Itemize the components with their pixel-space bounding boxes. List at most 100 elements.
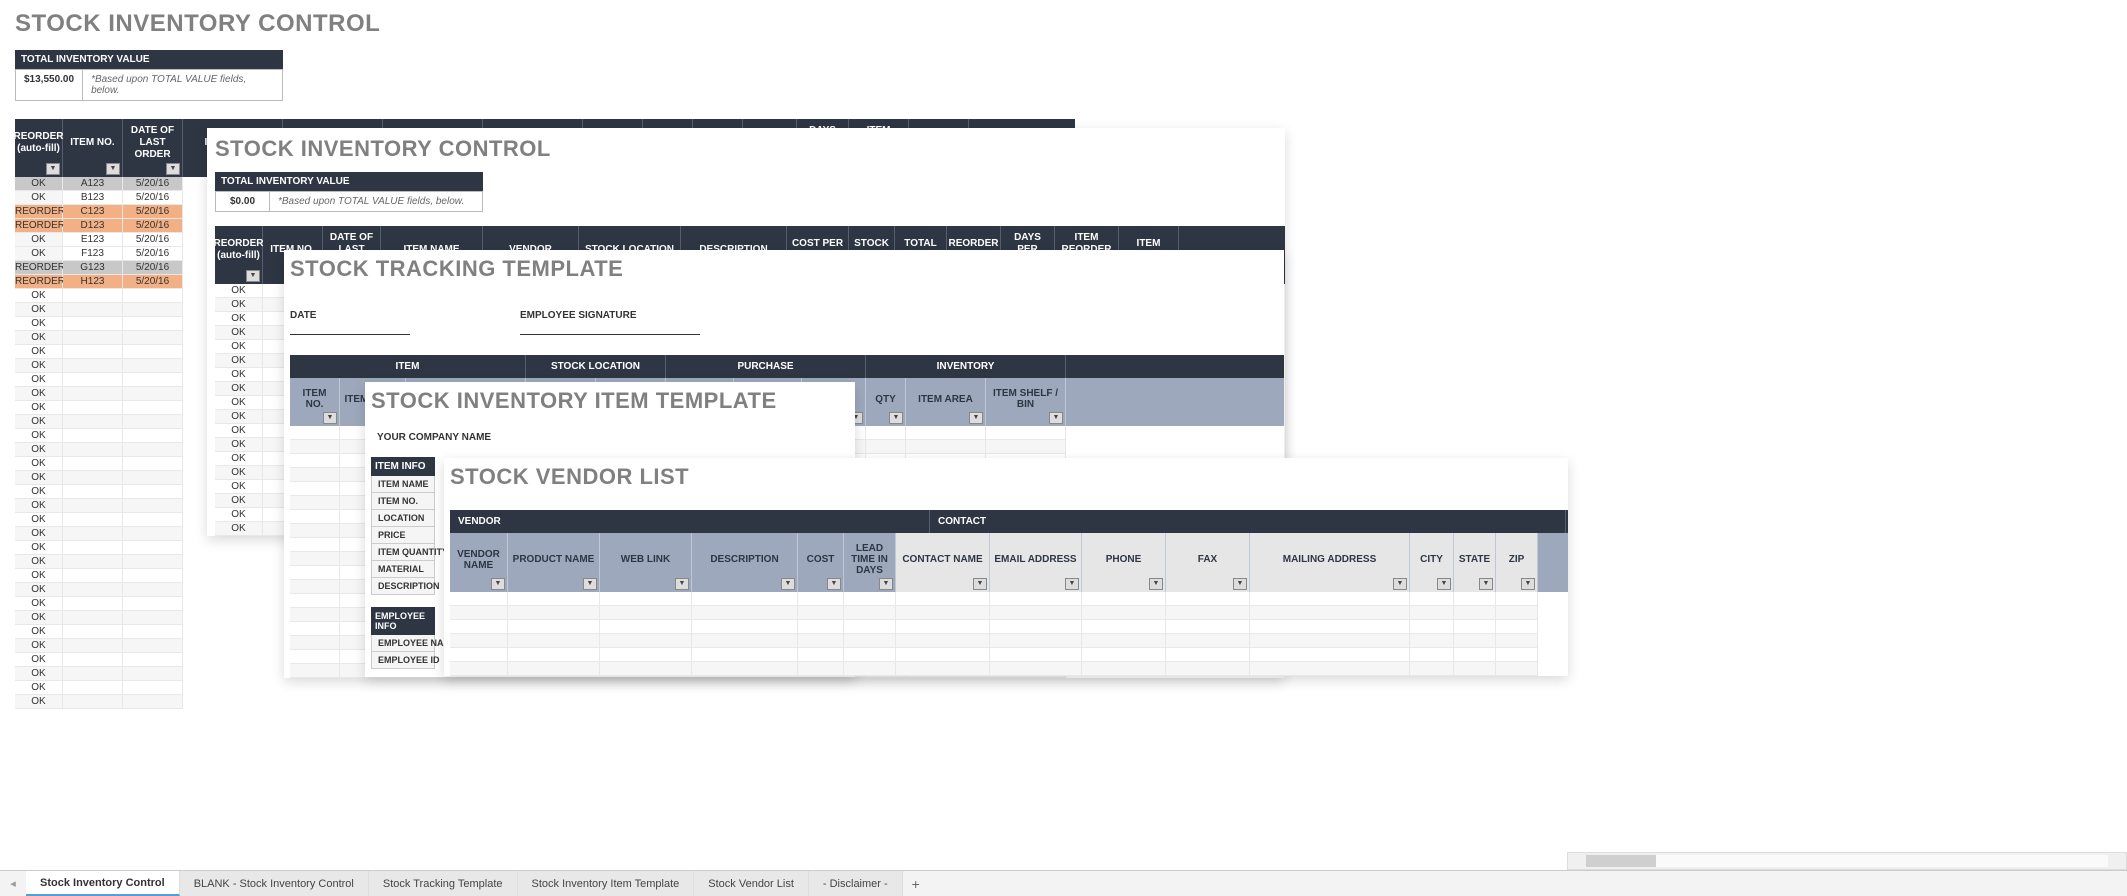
table-cell xyxy=(896,620,990,634)
table-cell xyxy=(798,592,844,606)
table-cell xyxy=(1454,620,1496,634)
table-cell: OK xyxy=(15,443,63,457)
table-row[interactable] xyxy=(450,620,1568,634)
col-header[interactable]: PRODUCT NAME xyxy=(508,533,600,592)
table-cell xyxy=(896,606,990,620)
scrollbar-thumb[interactable] xyxy=(1586,855,1656,867)
table-row[interactable] xyxy=(450,592,1568,606)
filter-dropdown-icon[interactable] xyxy=(827,578,841,590)
table-cell xyxy=(508,648,600,662)
col-header[interactable]: PHONE xyxy=(1082,533,1166,592)
table-cell xyxy=(866,440,906,454)
sheet-tab[interactable]: Stock Inventory Item Template xyxy=(518,871,695,896)
sheet-tab[interactable]: Stock Tracking Template xyxy=(369,871,518,896)
filter-dropdown-icon[interactable] xyxy=(973,578,987,590)
sheet-tab[interactable]: BLANK - Stock Inventory Control xyxy=(180,871,369,896)
filter-dropdown-icon[interactable] xyxy=(1049,412,1063,424)
col-header[interactable]: VENDOR NAME xyxy=(450,533,508,592)
table-row[interactable] xyxy=(450,648,1568,662)
table-row[interactable] xyxy=(450,606,1568,620)
table-cell xyxy=(508,592,600,606)
tiv-header: TOTAL INVENTORY VALUE xyxy=(215,172,483,191)
col-header[interactable]: DESCRIPTION xyxy=(692,533,798,592)
sheet-tab[interactable]: - Disclaimer - xyxy=(809,871,903,896)
col-header[interactable]: MAILING ADDRESS xyxy=(1250,533,1410,592)
col-header[interactable]: FAX xyxy=(1166,533,1250,592)
filter-dropdown-icon[interactable] xyxy=(1065,578,1079,590)
sheet-tab[interactable]: Stock Inventory Control xyxy=(26,871,180,896)
filter-dropdown-icon[interactable] xyxy=(583,578,597,590)
company-name-label: YOUR COMPANY NAME xyxy=(377,432,855,443)
table-cell xyxy=(692,662,798,676)
col-header[interactable]: ITEM NO. xyxy=(63,119,123,177)
table-cell: OK xyxy=(15,233,63,247)
add-sheet-button[interactable]: + xyxy=(903,876,929,892)
table-cell xyxy=(63,681,123,695)
table-row[interactable] xyxy=(450,634,1568,648)
filter-dropdown-icon[interactable] xyxy=(1233,578,1247,590)
table-cell xyxy=(290,440,340,454)
filter-dropdown-icon[interactable] xyxy=(1437,578,1451,590)
filter-dropdown-icon[interactable] xyxy=(1521,578,1535,590)
filter-dropdown-icon[interactable] xyxy=(323,412,337,424)
table-cell xyxy=(450,648,508,662)
filter-dropdown-icon[interactable] xyxy=(675,578,689,590)
table-cell xyxy=(63,569,123,583)
col-header[interactable]: REORDER (auto-fill) xyxy=(15,119,63,177)
col-header[interactable]: REORDER (auto-fill) xyxy=(215,226,263,284)
col-header[interactable]: WEB LINK xyxy=(600,533,692,592)
table-cell xyxy=(1250,634,1410,648)
tiv-note: *Based upon TOTAL VALUE fields, below. xyxy=(83,70,282,100)
table-cell xyxy=(63,513,123,527)
table-cell: C123 xyxy=(63,205,123,219)
table-cell xyxy=(63,429,123,443)
col-header[interactable]: QTY xyxy=(866,378,906,426)
filter-dropdown-icon[interactable] xyxy=(246,270,260,282)
filter-dropdown-icon[interactable] xyxy=(969,412,983,424)
table-row[interactable]: OK xyxy=(15,695,1075,709)
col-header[interactable]: DATE OF LAST ORDER xyxy=(123,119,183,177)
filter-dropdown-icon[interactable] xyxy=(491,578,505,590)
table-cell xyxy=(63,541,123,555)
filter-dropdown-icon[interactable] xyxy=(1393,578,1407,590)
table-cell xyxy=(123,583,183,597)
table-cell: OK xyxy=(215,354,263,368)
filter-dropdown-icon[interactable] xyxy=(879,578,893,590)
table-cell: 5/20/16 xyxy=(123,275,183,289)
table-cell xyxy=(123,597,183,611)
col-header[interactable]: COST xyxy=(798,533,844,592)
table-cell xyxy=(123,513,183,527)
filter-dropdown-icon[interactable] xyxy=(1479,578,1493,590)
tab-nav-prev-icon[interactable]: ◂ xyxy=(0,877,26,890)
filter-dropdown-icon[interactable] xyxy=(781,578,795,590)
col-header[interactable]: LEAD TIME IN DAYS xyxy=(844,533,896,592)
col-header[interactable]: EMAIL ADDRESS xyxy=(990,533,1082,592)
table-row[interactable] xyxy=(450,662,1568,676)
info-label: ITEM NO. xyxy=(371,493,435,510)
filter-dropdown-icon[interactable] xyxy=(1149,578,1163,590)
horizontal-scrollbar[interactable] xyxy=(1567,852,2127,870)
table-cell xyxy=(63,639,123,653)
col-header[interactable]: ZIP xyxy=(1496,533,1538,592)
col-header[interactable]: CITY xyxy=(1410,533,1454,592)
table-cell xyxy=(986,440,1066,454)
filter-dropdown-icon[interactable] xyxy=(166,163,180,175)
table-cell: OK xyxy=(215,298,263,312)
table-row[interactable]: OK xyxy=(15,681,1075,695)
col-header[interactable]: CONTACT NAME xyxy=(896,533,990,592)
filter-dropdown-icon[interactable] xyxy=(46,163,60,175)
col-header[interactable]: ITEM SHELF / BIN xyxy=(986,378,1066,426)
table-cell xyxy=(63,317,123,331)
table-cell: 5/20/16 xyxy=(123,233,183,247)
filter-dropdown-icon[interactable] xyxy=(106,163,120,175)
table-cell: OK xyxy=(15,639,63,653)
col-header[interactable]: STATE xyxy=(1454,533,1496,592)
page-title: STOCK TRACKING TEMPLATE xyxy=(290,256,1284,282)
date-input-line[interactable] xyxy=(290,321,410,335)
table-cell xyxy=(1496,662,1538,676)
col-header[interactable]: ITEM AREA xyxy=(906,378,986,426)
filter-dropdown-icon[interactable] xyxy=(889,412,903,424)
col-header[interactable]: ITEM NO. xyxy=(290,378,340,426)
signature-input-line[interactable] xyxy=(520,321,700,335)
sheet-tab[interactable]: Stock Vendor List xyxy=(694,871,809,896)
